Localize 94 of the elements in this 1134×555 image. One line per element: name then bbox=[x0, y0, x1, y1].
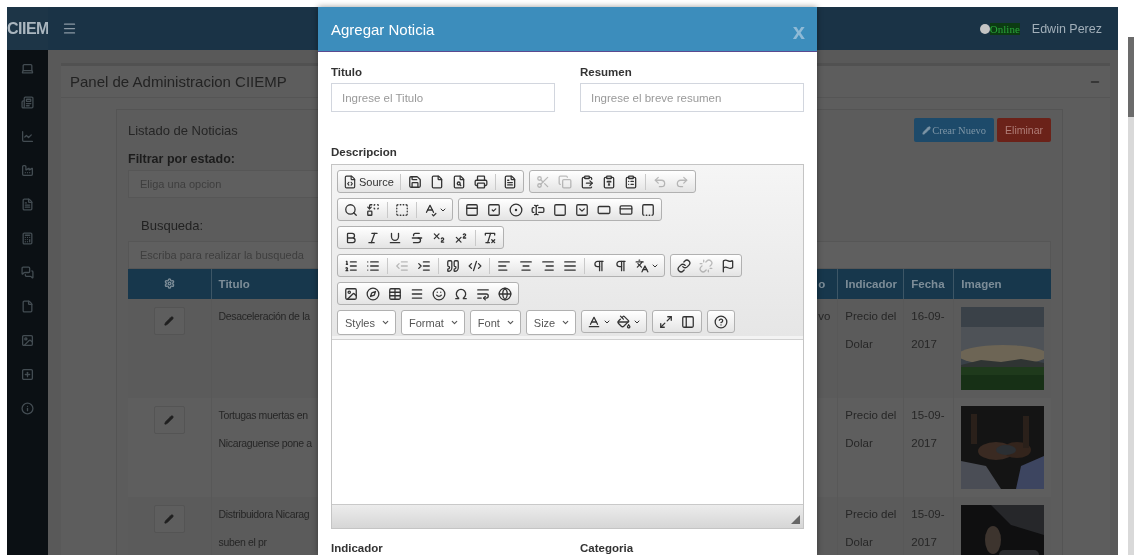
dropdown-field[interactable]: Font bbox=[469, 310, 521, 335]
bold-icon bbox=[344, 230, 358, 245]
paste-text-icon bbox=[601, 174, 616, 189]
pencil-icon bbox=[164, 514, 175, 524]
column-header[interactable]: Imagen bbox=[953, 269, 1051, 299]
field-label: Descripcion bbox=[331, 146, 398, 158]
column-header[interactable]: Fecha bbox=[903, 269, 954, 299]
caret-icon bbox=[449, 318, 459, 327]
align-right-icon bbox=[541, 258, 555, 273]
paste-icon bbox=[579, 174, 594, 189]
scissors-icon bbox=[535, 174, 550, 189]
user-name[interactable]: Edwin Perez bbox=[1031, 21, 1102, 36]
redo-icon bbox=[674, 174, 689, 189]
indent-icon bbox=[417, 258, 431, 273]
gear-icon bbox=[163, 277, 175, 289]
create-button[interactable]: Crear Nuevo bbox=[914, 118, 995, 142]
help-icon bbox=[714, 314, 729, 329]
status-text: Online bbox=[989, 22, 1020, 35]
underline-icon bbox=[388, 230, 402, 245]
paste-word-icon bbox=[623, 174, 638, 189]
edit-button[interactable] bbox=[153, 406, 185, 434]
modal-title: Agregar Noticia bbox=[331, 20, 435, 38]
background-color-icon bbox=[617, 314, 632, 329]
text-color-icon bbox=[587, 314, 602, 329]
italic-icon bbox=[366, 230, 380, 245]
unlink-icon bbox=[699, 258, 713, 273]
input-field[interactable]: Ingrese el breve resumen bbox=[580, 83, 804, 112]
caret-icon bbox=[380, 318, 390, 327]
pilcrow-icon bbox=[592, 258, 606, 273]
delete-button[interactable]: Eliminar bbox=[997, 118, 1051, 142]
date-cell-text: 15-09- 2017 bbox=[911, 408, 945, 451]
resize-handle-icon[interactable] bbox=[791, 515, 800, 524]
dropdown-field[interactable]: Styles bbox=[337, 310, 396, 335]
radio-icon bbox=[509, 202, 523, 217]
template-icon bbox=[502, 174, 517, 189]
strikethrough-icon bbox=[410, 230, 424, 245]
input-field[interactable]: Ingrese el Titulo bbox=[331, 83, 555, 112]
status-dot bbox=[979, 23, 990, 34]
globe-icon bbox=[498, 286, 512, 301]
compass-icon bbox=[366, 286, 380, 301]
justify-icon bbox=[563, 258, 577, 273]
language-icon bbox=[635, 258, 649, 273]
link-icon bbox=[677, 258, 691, 273]
column-header[interactable]: Indicador bbox=[837, 269, 904, 299]
panel-title: Panel de Administracion CIIEMP bbox=[70, 73, 287, 90]
superscript-icon bbox=[454, 230, 468, 245]
edit-button[interactable] bbox=[153, 505, 185, 533]
clear-format-icon bbox=[483, 230, 497, 245]
pencil-icon bbox=[164, 316, 175, 326]
source-button[interactable]: Source bbox=[340, 171, 397, 192]
spellcheck-icon bbox=[423, 202, 437, 217]
omega-icon bbox=[454, 286, 468, 301]
replace-icon bbox=[366, 202, 380, 217]
field-label: Resumen bbox=[580, 66, 633, 78]
filter-label: Filtrar por estado: bbox=[128, 152, 235, 166]
menu-icon[interactable] bbox=[62, 21, 77, 36]
pilcrow-icon bbox=[614, 258, 628, 273]
align-center-icon bbox=[519, 258, 533, 273]
subscript-icon bbox=[432, 230, 446, 245]
field-label: Indicador bbox=[331, 542, 384, 554]
align-left-icon bbox=[497, 258, 511, 273]
bullet-list-icon bbox=[366, 258, 380, 273]
horizontal-line-icon bbox=[410, 286, 424, 301]
printer-icon bbox=[473, 174, 488, 189]
search-icon bbox=[344, 202, 358, 217]
field-label: Categoria bbox=[580, 542, 635, 554]
caret-icon bbox=[561, 318, 571, 327]
outdent-icon bbox=[395, 258, 409, 273]
page-icon bbox=[429, 174, 444, 189]
preview-icon bbox=[451, 174, 466, 189]
save-icon bbox=[407, 174, 422, 189]
dropdown-field[interactable]: Format bbox=[400, 310, 465, 335]
pencil-icon bbox=[922, 125, 932, 135]
source-icon bbox=[343, 174, 357, 189]
pencil-icon bbox=[164, 415, 175, 425]
logo: CIIEM bbox=[7, 19, 49, 38]
checkbox-icon bbox=[487, 202, 501, 217]
smiley-icon bbox=[432, 286, 446, 301]
select-icon bbox=[575, 202, 589, 217]
search-label: Busqueda: bbox=[141, 218, 204, 233]
numbered-list-icon bbox=[344, 258, 358, 273]
field-label: Titulo bbox=[331, 66, 364, 78]
copy-icon bbox=[557, 174, 572, 189]
caret-icon bbox=[505, 318, 515, 327]
maximize-icon bbox=[659, 314, 674, 329]
image-icon bbox=[344, 286, 358, 301]
edit-button[interactable] bbox=[153, 307, 185, 335]
quote-icon bbox=[446, 258, 460, 273]
table-icon bbox=[388, 286, 402, 301]
undo-icon bbox=[652, 174, 667, 189]
scrollbar[interactable] bbox=[1128, 37, 1134, 555]
dropdown-field[interactable]: Size bbox=[525, 310, 577, 335]
text-field-icon bbox=[531, 202, 545, 217]
flag-icon bbox=[721, 258, 735, 273]
